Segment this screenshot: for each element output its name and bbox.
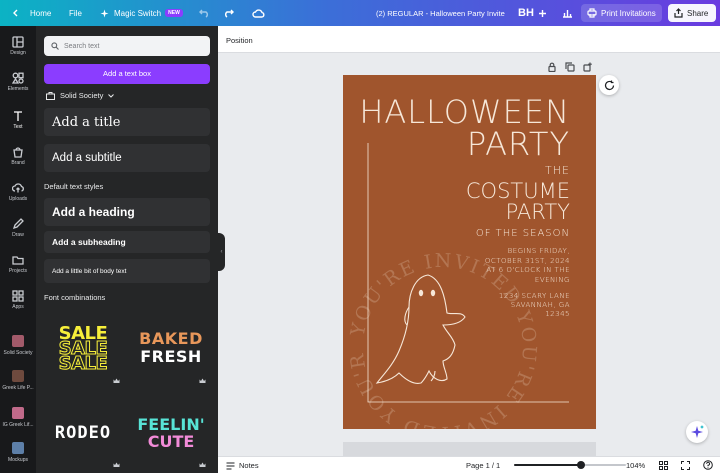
sparkle-icon (100, 9, 109, 17)
undo-icon (199, 9, 208, 18)
brand-kit-selector[interactable]: Solid Society (46, 91, 115, 100)
rail-item-draw[interactable]: Draw (0, 218, 36, 238)
rail-item-brand[interactable]: Brand (0, 146, 36, 166)
draw-icon (12, 218, 24, 230)
font-combo-baked-fresh[interactable]: BAKED FRESH (132, 312, 210, 384)
home-button[interactable]: Home (12, 0, 51, 26)
position-button[interactable]: Position (226, 36, 253, 45)
design-icon (12, 36, 24, 48)
rail-item-apps[interactable]: Apps (0, 290, 36, 310)
font-combinations-heading: Font combinations (44, 293, 106, 302)
search-placeholder: Search text (64, 42, 100, 50)
rail-item-mockups[interactable]: Mockups (0, 442, 36, 463)
crown-icon (113, 378, 120, 383)
page-indicator[interactable]: Page 1 / 1 (466, 461, 500, 470)
top-bar: Home File Magic Switch NEW (2) REGULAR -… (0, 0, 720, 26)
cloud-save-status[interactable] (252, 0, 265, 26)
add-subheading-button[interactable]: Add a subheading (44, 231, 210, 253)
rail-item-solid-society[interactable]: Solid Society (0, 335, 36, 356)
print-invitations-button[interactable]: Print Invitations (581, 4, 662, 22)
zoom-slider-fill (514, 464, 582, 466)
chevron-down-icon (108, 93, 115, 98)
default-text-styles-heading: Default text styles (44, 182, 104, 191)
font-combo-rodeo[interactable]: RODEO (44, 397, 122, 469)
add-page-button[interactable] (583, 59, 595, 72)
redo-icon (225, 9, 234, 18)
zoom-slider[interactable] (514, 461, 626, 469)
zoom-slider-thumb[interactable] (577, 461, 586, 469)
plus-icon (539, 9, 546, 17)
add-title-button[interactable]: Add a title (44, 108, 210, 136)
rail-item-greek-life-p[interactable]: Greek Life P... (0, 370, 36, 391)
notes-icon (226, 461, 235, 470)
add-heading-button[interactable]: Add a heading (44, 198, 210, 226)
add-page-icon (583, 62, 592, 72)
elements-icon (11, 72, 24, 84)
new-badge: NEW (165, 9, 183, 17)
crown-icon (199, 462, 206, 467)
share-button[interactable]: Share (668, 4, 716, 22)
duplicate-page-button[interactable] (565, 59, 577, 72)
uploads-icon (11, 183, 24, 193)
help-icon[interactable] (703, 460, 713, 470)
add-collaborator-button[interactable] (538, 0, 547, 26)
search-icon (51, 42, 59, 50)
rail-item-uploads[interactable]: Uploads (0, 182, 36, 202)
undo-button[interactable] (199, 0, 210, 26)
project-thumbnail (12, 335, 24, 347)
invited-arc-text: YOU'RE INVITED YOU'RE INVITED YOU'RE INV… (343, 75, 540, 429)
document-title[interactable]: (2) REGULAR - Halloween Party Invite (376, 9, 505, 18)
notes-button[interactable]: Notes (226, 461, 259, 470)
redo-button[interactable] (223, 0, 234, 26)
collapse-panel-button[interactable]: ‹ (218, 233, 225, 271)
add-text-box-button[interactable]: Add a text box (44, 64, 210, 84)
refresh-design-button[interactable] (599, 75, 619, 95)
context-toolbar: Position (218, 26, 720, 53)
zoom-level[interactable]: 104% (626, 461, 645, 470)
refresh-icon (604, 80, 614, 90)
text-panel: Search text Add a text box Solid Society… (36, 26, 218, 473)
fullscreen-icon[interactable] (681, 461, 690, 470)
add-subtitle-button[interactable]: Add a subtitle (44, 144, 210, 172)
apps-icon (12, 290, 24, 302)
file-menu[interactable]: File (69, 0, 82, 26)
crown-icon (113, 462, 120, 467)
rail-item-projects[interactable]: Projects (0, 254, 36, 274)
add-body-text-button[interactable]: Add a little bit of body text (44, 259, 210, 283)
rail-item-design[interactable]: Design (0, 36, 36, 56)
rail-item-elements[interactable]: Elements (0, 72, 36, 92)
cloud-icon (252, 9, 265, 18)
analytics-button[interactable] (562, 0, 573, 26)
magic-assistant-button[interactable] (686, 421, 708, 443)
print-icon (587, 8, 597, 18)
share-icon (674, 8, 683, 18)
avatar[interactable]: BH (518, 7, 534, 19)
brand-icon (13, 147, 23, 158)
design-page[interactable]: HALLOWEEN PARTY THE COSTUME PARTY OF THE… (343, 75, 596, 429)
bar-chart-icon (563, 10, 572, 18)
font-combo-sale[interactable]: SALE SALE SALE (44, 312, 122, 384)
brand-kit-icon (46, 91, 55, 100)
chevron-left-icon (13, 9, 18, 17)
rail-item-text[interactable]: Text (0, 110, 36, 130)
lock-icon (548, 62, 556, 73)
design-decoration: YOU'RE INVITED YOU'RE INVITED YOU'RE INV… (343, 75, 569, 429)
left-rail: Design Elements Text Brand Uploads Draw … (0, 26, 36, 473)
crown-icon (199, 378, 206, 383)
bottom-bar: Notes Page 1 / 1 104% (218, 456, 720, 473)
grid-view-icon[interactable] (659, 461, 668, 470)
project-thumbnail (12, 370, 24, 382)
rail-item-ig-greek-life[interactable]: IG Greek Lif... (0, 407, 36, 428)
text-icon (14, 111, 22, 121)
project-thumbnail (12, 407, 24, 419)
sparkle-icon (691, 425, 704, 438)
duplicate-icon (565, 62, 575, 72)
lock-page-button[interactable] (547, 59, 559, 73)
folder-icon (12, 256, 24, 265)
font-combo-feelin-cute[interactable]: FEELIN' CUTE (132, 397, 210, 469)
search-input[interactable]: Search text (44, 36, 210, 56)
project-thumbnail (12, 442, 24, 454)
magic-switch-button[interactable]: Magic Switch NEW (100, 0, 183, 26)
